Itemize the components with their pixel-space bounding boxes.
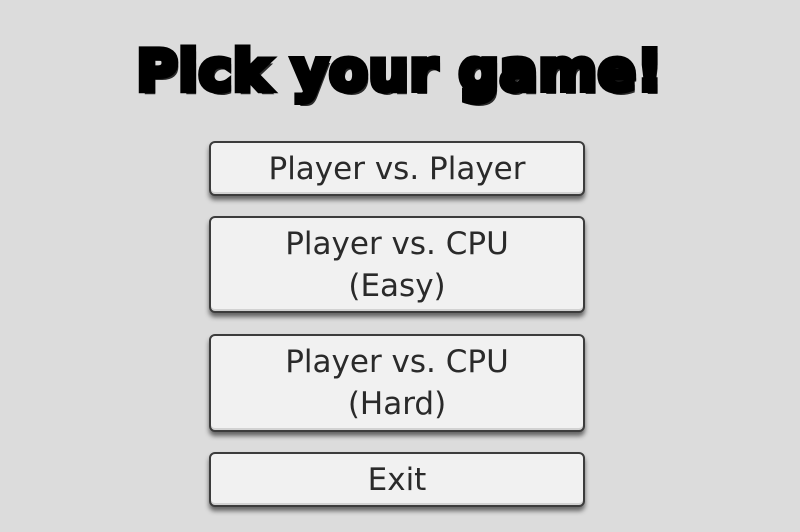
menu-title: Pick your game!: [134, 36, 666, 107]
difficulty-hard-label: (Hard): [347, 386, 447, 422]
player-vs-cpu-easy-button[interactable]: Player vs. CPU (Easy): [209, 216, 585, 313]
player-vs-cpu-hard-label: Player vs. CPU: [285, 344, 509, 380]
player-vs-cpu-easy-label: Player vs. CPU: [285, 225, 509, 262]
exit-label: Exit: [367, 461, 427, 498]
difficulty-easy-label: (Easy): [348, 267, 446, 304]
player-vs-cpu-hard-button[interactable]: Player vs. CPU (Hard): [209, 334, 585, 432]
exit-button[interactable]: Exit: [209, 452, 585, 507]
player-vs-player-button[interactable]: Player vs. Player: [209, 141, 585, 196]
player-vs-player-label: Player vs. Player: [268, 150, 526, 187]
